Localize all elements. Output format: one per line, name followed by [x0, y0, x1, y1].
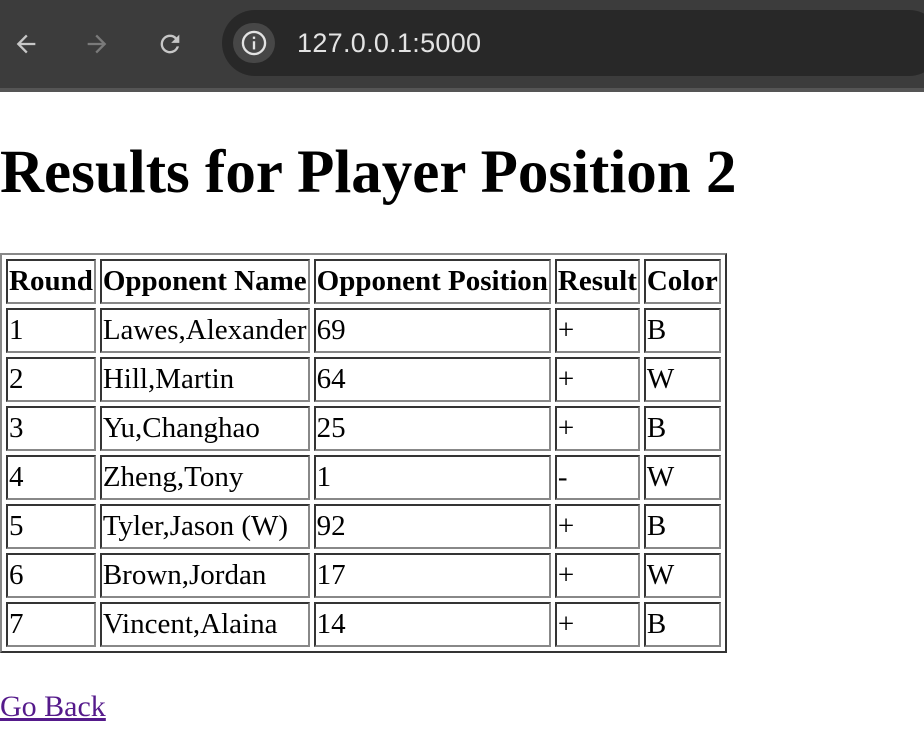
- info-icon: [241, 30, 267, 56]
- table-row: 6 Brown,Jordan 17 + W: [6, 553, 721, 598]
- cell-color: B: [643, 308, 721, 353]
- browser-toolbar: 127.0.0.1:5000: [0, 0, 924, 92]
- header-color: Color: [643, 259, 721, 304]
- cell-opponent-name: Tyler,Jason (W): [99, 504, 310, 549]
- cell-round: 5: [6, 504, 96, 549]
- back-button[interactable]: [6, 24, 46, 64]
- cell-opponent-position: 1: [313, 455, 551, 500]
- results-table: Round Opponent Name Opponent Position Re…: [0, 253, 727, 653]
- header-opponent-name: Opponent Name: [99, 259, 310, 304]
- table-row: 1 Lawes,Alexander 69 + B: [6, 308, 721, 353]
- cell-opponent-position: 92: [313, 504, 551, 549]
- cell-result: +: [554, 602, 640, 647]
- cell-color: W: [643, 553, 721, 598]
- cell-round: 3: [6, 406, 96, 451]
- table-row: 5 Tyler,Jason (W) 92 + B: [6, 504, 721, 549]
- table-row: 2 Hill,Martin 64 + W: [6, 357, 721, 402]
- cell-result: +: [554, 406, 640, 451]
- url-text[interactable]: 127.0.0.1:5000: [297, 27, 481, 59]
- cell-opponent-name: Zheng,Tony: [99, 455, 310, 500]
- cell-opponent-name: Brown,Jordan: [99, 553, 310, 598]
- cell-opponent-name: Vincent,Alaina: [99, 602, 310, 647]
- cell-opponent-name: Yu,Changhao: [99, 406, 310, 451]
- cell-result: +: [554, 357, 640, 402]
- table-row: 4 Zheng,Tony 1 - W: [6, 455, 721, 500]
- table-row: 3 Yu,Changhao 25 + B: [6, 406, 721, 451]
- header-opponent-position: Opponent Position: [313, 259, 551, 304]
- cell-result: +: [554, 553, 640, 598]
- cell-result: +: [554, 308, 640, 353]
- cell-color: W: [643, 455, 721, 500]
- cell-opponent-name: Hill,Martin: [99, 357, 310, 402]
- cell-round: 2: [6, 357, 96, 402]
- cell-opponent-name: Lawes,Alexander: [99, 308, 310, 353]
- cell-round: 7: [6, 602, 96, 647]
- cell-color: B: [643, 602, 721, 647]
- cell-opponent-position: 64: [313, 357, 551, 402]
- site-info-button[interactable]: [233, 23, 275, 63]
- cell-color: W: [643, 357, 721, 402]
- cell-color: B: [643, 504, 721, 549]
- cell-result: -: [554, 455, 640, 500]
- cell-round: 6: [6, 553, 96, 598]
- go-back-link[interactable]: Go Back: [0, 687, 106, 727]
- cell-result: +: [554, 504, 640, 549]
- reload-button[interactable]: [150, 24, 190, 64]
- address-bar[interactable]: 127.0.0.1:5000: [222, 10, 924, 76]
- table-row: 7 Vincent,Alaina 14 + B: [6, 602, 721, 647]
- reload-icon: [160, 34, 180, 54]
- cell-round: 1: [6, 308, 96, 353]
- header-round: Round: [6, 259, 96, 304]
- table-header-row: Round Opponent Name Opponent Position Re…: [6, 259, 721, 304]
- cell-opponent-position: 17: [313, 553, 551, 598]
- arrow-right-icon: [87, 34, 107, 54]
- cell-opponent-position: 25: [313, 406, 551, 451]
- forward-button[interactable]: [77, 24, 117, 64]
- arrow-left-icon: [16, 34, 36, 54]
- cell-opponent-position: 14: [313, 602, 551, 647]
- cell-opponent-position: 69: [313, 308, 551, 353]
- cell-color: B: [643, 406, 721, 451]
- cell-round: 4: [6, 455, 96, 500]
- page-title: Results for Player Position 2: [0, 139, 737, 206]
- header-result: Result: [554, 259, 640, 304]
